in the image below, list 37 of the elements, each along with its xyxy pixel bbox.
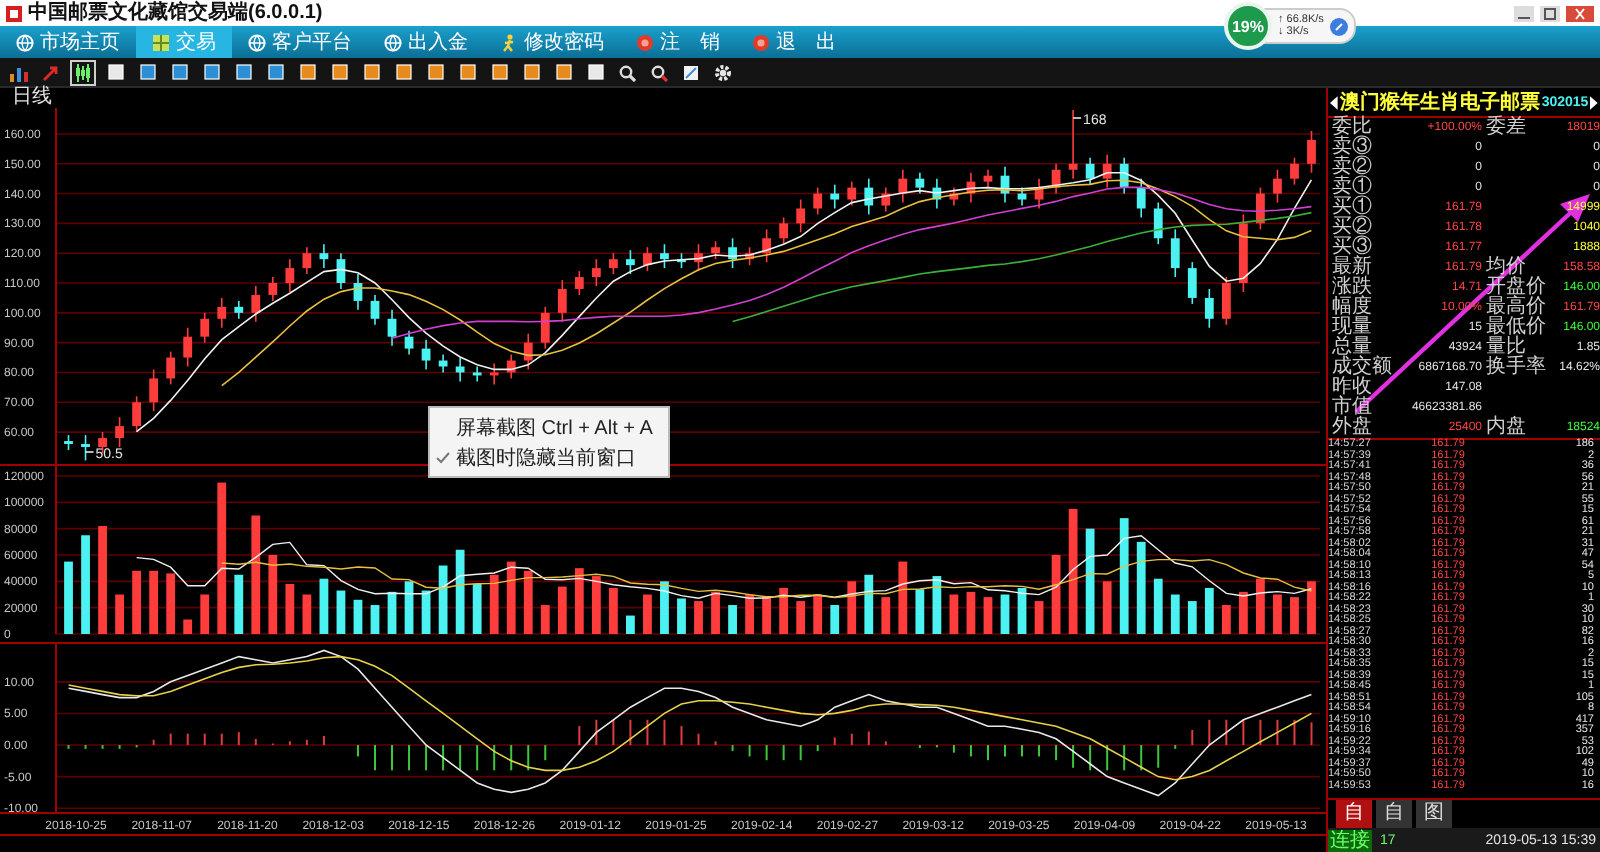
field-label: 委比	[1330, 118, 1374, 138]
field-label: 量比	[1484, 338, 1526, 358]
field-label: 最低价	[1484, 318, 1544, 338]
panel-tab[interactable]: 自	[1336, 800, 1372, 828]
nav-tab[interactable]: 市场主页	[0, 26, 136, 58]
window-title: 中国邮票文化藏馆交易端(6.0.0.1)	[28, 0, 323, 26]
field-label: 涨跌	[1330, 278, 1374, 298]
field-label: 幅度	[1330, 298, 1374, 318]
field-label: 最新	[1330, 258, 1374, 278]
nav-tab[interactable]: 注 销	[620, 26, 736, 58]
field-label: 昨收	[1330, 378, 1374, 398]
field-label: 内盘	[1484, 418, 1528, 438]
field-label: 总量	[1330, 338, 1372, 358]
field-label: 外盘	[1330, 418, 1374, 438]
field-label: 买②	[1330, 218, 1374, 238]
nav-tab[interactable]: 交易	[136, 26, 232, 58]
field-label: 现量	[1330, 318, 1374, 338]
field-label: 换手率	[1484, 358, 1544, 378]
product-name: 澳门猴年生肖电子邮票	[1339, 88, 1540, 115]
nav-tab[interactable]: 出入金	[368, 26, 484, 58]
field-label: 卖①	[1330, 178, 1374, 198]
panel-tab[interactable]: 自	[1376, 800, 1412, 828]
field-label: 卖③	[1330, 138, 1374, 158]
nav-tab[interactable]: 客户平台	[232, 26, 368, 58]
period-label: 日线	[10, 88, 54, 108]
connection-status: 连接	[1328, 829, 1372, 851]
field-label: 成交额	[1330, 358, 1388, 378]
nav-tab[interactable]: 修改密码	[484, 26, 620, 58]
menu-item[interactable]: 屏幕截图 Ctrl + Alt + A	[430, 412, 669, 442]
field-label: 买①	[1330, 198, 1374, 218]
field-label: 卖②	[1330, 158, 1374, 178]
menu-item[interactable]: 截图时隐藏当前窗口	[430, 442, 669, 472]
panel-tab[interactable]: 图	[1416, 800, 1452, 828]
field-label: 委差	[1484, 118, 1528, 138]
field-label: 买③	[1330, 238, 1374, 258]
field-label: 最高价	[1484, 298, 1544, 318]
nav-tab[interactable]: 退 出	[736, 26, 852, 58]
